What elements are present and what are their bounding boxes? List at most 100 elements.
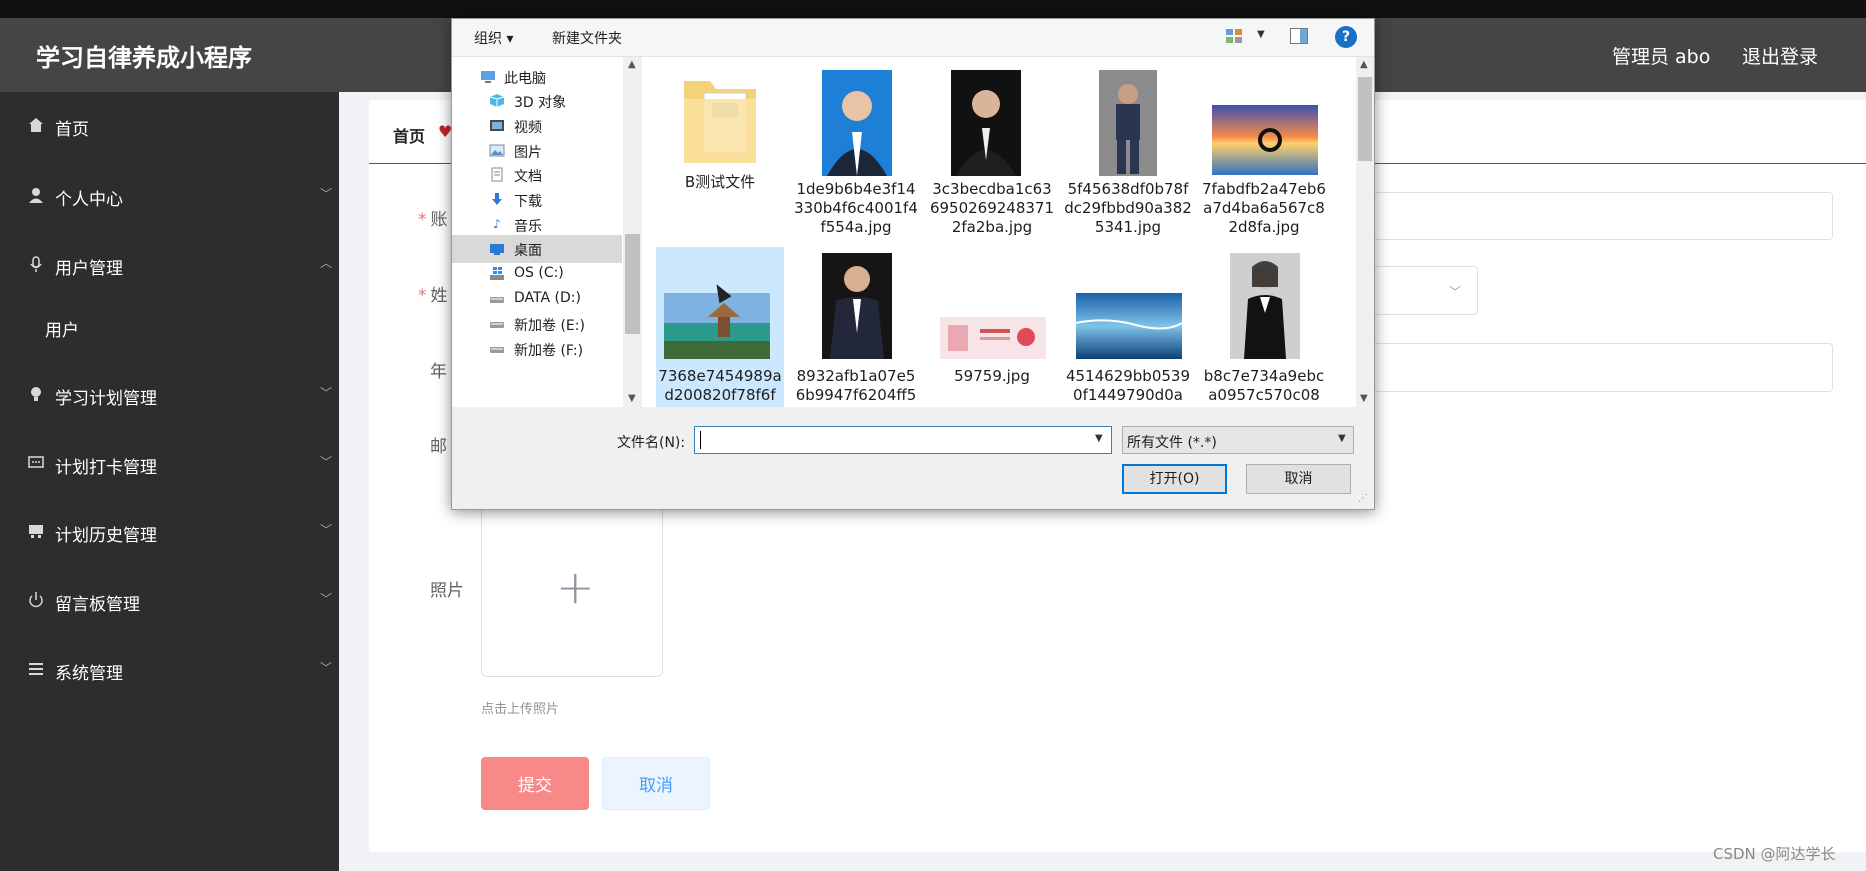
nav-item-label: 3D 对象	[514, 95, 567, 111]
photo-thumbnail	[1099, 70, 1157, 176]
view-dropdown-icon[interactable]: ▼	[1257, 29, 1265, 40]
filetype-select[interactable]: 所有文件 (*.*) ▼	[1122, 426, 1354, 454]
admin-user-label: 管理员 abo	[1612, 46, 1711, 68]
new-folder-button[interactable]: 新建文件夹	[552, 28, 622, 48]
file-item[interactable]: b8c7e734a9ebca0957c570c08	[1200, 247, 1328, 407]
nav-item-drive-d[interactable]: DATA (D:)	[452, 285, 622, 313]
navigation-pane: 此电脑 3D 对象 视频 图片 文档 下载 ♪ 音乐 桌面 OS (C:) DA…	[452, 57, 642, 407]
scroll-up-icon[interactable]: ▲	[628, 59, 636, 70]
file-name: 7368e7454989ad200820f78f6f	[658, 367, 782, 404]
sidebar-item-label: 系统管理	[55, 664, 123, 684]
nav-item-label: DATA (D:)	[514, 290, 581, 306]
logout-link[interactable]: 退出登录	[1742, 42, 1818, 69]
nav-item-label: 图片	[514, 145, 542, 161]
age-input[interactable]	[1300, 343, 1833, 392]
account-input[interactable]	[1300, 192, 1833, 240]
chevron-down-icon: ﹀	[1449, 285, 1462, 299]
nav-item-drive-c[interactable]: OS (C:)	[452, 260, 622, 288]
nav-item-videos[interactable]: 视频	[452, 112, 622, 140]
sidebar-item-label: 首页	[55, 120, 89, 140]
nav-item-label: 视频	[514, 120, 542, 136]
nav-item-downloads[interactable]: 下载	[452, 186, 622, 214]
windows-drive-icon	[489, 266, 505, 281]
file-list-scroll-thumb[interactable]	[1358, 77, 1372, 161]
nav-item-label: 音乐	[514, 219, 542, 235]
file-item[interactable]: B测试文件	[656, 63, 784, 213]
sidebar-item-message-board[interactable]: 留言板管理 ﹀	[0, 581, 339, 621]
help-icon[interactable]: ?	[1335, 26, 1357, 48]
plus-icon: +	[556, 560, 595, 614]
sidebar-item-user-management[interactable]: 用户管理 ︿	[0, 245, 339, 285]
file-name: 4514629bb05390f1449790d0a	[1065, 367, 1191, 404]
resize-grip-icon[interactable]: ⋰	[1358, 493, 1368, 504]
nav-item-label: 桌面	[514, 243, 542, 259]
nav-scroll-thumb[interactable]	[625, 234, 640, 334]
preview-pane-icon[interactable]	[1290, 28, 1308, 44]
chevron-down-icon[interactable]: ▼	[1095, 433, 1103, 444]
file-name: 1de9b6b4e3f14330b4f6c4001f4f554a.jpg	[794, 180, 918, 236]
chevron-down-icon: ▼	[1338, 433, 1346, 444]
scroll-down-icon[interactable]: ▼	[628, 393, 636, 404]
form-label-account: * 账	[418, 210, 448, 230]
photo-upload[interactable]: +	[481, 506, 663, 677]
scroll-up-icon[interactable]: ▲	[1360, 59, 1368, 70]
form-label-age: 年	[430, 362, 447, 382]
nav-item-desktop[interactable]: 桌面	[452, 235, 622, 263]
submit-button[interactable]: 提交	[481, 757, 589, 810]
file-item[interactable]: 4514629bb05390f1449790d0a	[1064, 247, 1192, 407]
archive-icon	[26, 522, 46, 542]
sidebar-item-label: 计划历史管理	[55, 526, 157, 546]
picture-icon	[489, 143, 505, 158]
cube-icon	[489, 93, 505, 108]
open-button[interactable]: 打开(O)	[1122, 464, 1227, 494]
file-item[interactable]: 1de9b6b4e3f14330b4f6c4001f4f554a.jpg	[792, 63, 920, 236]
drive-icon	[489, 316, 505, 331]
upload-tip: 点击上传照片	[481, 702, 560, 717]
nav-item-documents[interactable]: 文档	[452, 161, 622, 189]
file-item[interactable]: 8932afb1a07e56b9947f6204ff5	[792, 247, 920, 407]
sidebar-item-label: 用户管理	[55, 259, 123, 279]
nav-item-label: OS (C:)	[514, 265, 564, 281]
file-item[interactable]: 5f45638df0b78fdc29fbbd90a3825341.jpg	[1064, 63, 1192, 236]
sidebar-item-history[interactable]: 计划历史管理 ﹀	[0, 512, 339, 552]
sidebar-item-home[interactable]: 首页	[0, 106, 339, 146]
form-label-email: 邮	[430, 437, 447, 457]
nav-item-drive-e[interactable]: 新加卷 (E:)	[452, 310, 622, 338]
filename-input[interactable]: ▼	[694, 426, 1112, 454]
chat-icon	[26, 454, 46, 474]
organize-menu[interactable]: 组织 ▾	[474, 28, 513, 48]
nav-item-drive-f[interactable]: 新加卷 (F:)	[452, 335, 622, 357]
sidebar-item-system[interactable]: 系统管理 ﹀	[0, 650, 339, 690]
file-name: B测试文件	[684, 173, 756, 191]
power-icon	[26, 591, 46, 611]
nav-scrollbar[interactable]	[623, 57, 642, 407]
file-open-dialog: 组织 ▾ 新建文件夹 ▼ ? 此电脑 3D 对象 视频 图片 文档 下载 ♪ 音…	[451, 18, 1375, 510]
sidebar-item-study-plan[interactable]: 学习计划管理 ﹀	[0, 375, 339, 415]
watermark: CSDN @阿达学长	[1713, 845, 1836, 863]
sidebar-item-personal-center[interactable]: 个人中心 ﹀	[0, 176, 339, 216]
microphone-icon	[26, 255, 46, 275]
photo-thumbnail	[822, 253, 892, 359]
cancel-button[interactable]: 取消	[602, 757, 710, 810]
home-icon	[26, 116, 46, 136]
dialog-cancel-button[interactable]: 取消	[1246, 464, 1351, 494]
view-mode-icon[interactable]	[1225, 28, 1243, 44]
file-item[interactable]: 3c3becdba1c6369502692483712fa2ba.jpg	[928, 63, 1056, 236]
chevron-down-icon: ﹀	[320, 386, 333, 400]
sidebar-item-label: 学习计划管理	[55, 389, 157, 409]
chevron-down-icon: ﹀	[320, 187, 333, 201]
file-item[interactable]: 7fabdfb2a47eb6a7d4ba6a567c82d8fa.jpg	[1200, 63, 1328, 236]
sidebar-item-checkin[interactable]: 计划打卡管理 ﹀	[0, 444, 339, 484]
nav-item-3d-objects[interactable]: 3D 对象	[452, 87, 622, 115]
computer-icon	[480, 69, 496, 84]
file-item[interactable]: 7368e7454989ad200820f78f6f	[656, 247, 784, 407]
file-name: 59759.jpg	[954, 367, 1030, 385]
dialog-toolbar: 组织 ▾ 新建文件夹 ▼ ?	[452, 19, 1374, 57]
breadcrumb-home[interactable]: 首页	[393, 123, 425, 147]
sidebar-item-users[interactable]: 用户	[0, 307, 339, 347]
video-icon	[489, 118, 505, 133]
text-caret	[700, 431, 701, 449]
file-item[interactable]: 59759.jpg	[928, 247, 1056, 407]
desktop-icon	[489, 241, 505, 256]
scroll-down-icon[interactable]: ▼	[1360, 393, 1368, 404]
